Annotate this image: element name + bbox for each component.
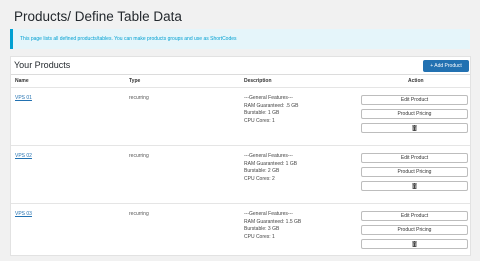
column-header-description: Description — [244, 78, 272, 84]
panel-title: Your Products — [14, 60, 70, 70]
product-type: recurring — [129, 211, 149, 219]
description-line: Burstable: 1 GB — [244, 110, 298, 118]
edit-product-button[interactable]: Edit Product — [361, 95, 468, 105]
edit-product-button[interactable]: Edit Product — [361, 211, 468, 221]
product-pricing-button[interactable]: Product Pricing — [361, 167, 468, 177]
product-description: ---General Features--- RAM Guaranteed: 1… — [244, 211, 301, 241]
products-panel: Your Products + Add Product Name Type De… — [10, 56, 471, 256]
description-line: ---General Features--- — [244, 95, 298, 103]
trash-icon — [412, 241, 417, 247]
column-header-action: Action — [408, 78, 424, 84]
product-name-link[interactable]: VPS 03 — [15, 211, 32, 219]
panel-header: Your Products + Add Product — [11, 57, 470, 75]
delete-product-button[interactable] — [361, 123, 468, 133]
edit-product-button[interactable]: Edit Product — [361, 153, 468, 163]
table-row: VPS 01 recurring ---General Features--- … — [11, 87, 470, 145]
description-line: ---General Features--- — [244, 211, 301, 219]
product-name-link[interactable]: VPS 02 — [15, 153, 32, 161]
description-line: RAM Guaranteed: 1 GB — [244, 161, 297, 169]
description-line: Burstable: 3 GB — [244, 226, 301, 234]
product-type: recurring — [129, 95, 149, 103]
delete-product-button[interactable] — [361, 181, 468, 191]
description-line: CPU Cores: 1 — [244, 118, 298, 126]
product-name-link[interactable]: VPS 01 — [15, 95, 32, 103]
description-line: CPU Cores: 2 — [244, 176, 297, 184]
description-line: Burstable: 2 GB — [244, 168, 297, 176]
table-row: VPS 02 recurring ---General Features--- … — [11, 145, 470, 203]
product-pricing-button[interactable]: Product Pricing — [361, 225, 468, 235]
column-header-type: Type — [129, 78, 140, 84]
product-description: ---General Features--- RAM Guaranteed: 1… — [244, 153, 297, 183]
delete-product-button[interactable] — [361, 239, 468, 249]
product-type: recurring — [129, 153, 149, 161]
product-pricing-button[interactable]: Product Pricing — [361, 109, 468, 119]
description-line: ---General Features--- — [244, 153, 297, 161]
info-notice: This page lists all defined products/tab… — [10, 29, 470, 49]
description-line: RAM Guaranteed: .5 GB — [244, 103, 298, 111]
add-product-button[interactable]: + Add Product — [423, 60, 469, 72]
trash-icon — [412, 183, 417, 189]
column-header-name: Name — [15, 78, 29, 84]
trash-icon — [412, 125, 417, 131]
description-line: CPU Cores: 1 — [244, 234, 301, 242]
product-description: ---General Features--- RAM Guaranteed: .… — [244, 95, 298, 125]
description-line: RAM Guaranteed: 1.5 GB — [244, 219, 301, 227]
page-title: Products/ Define Table Data — [14, 9, 182, 24]
table-row: VPS 03 recurring ---General Features--- … — [11, 203, 470, 261]
